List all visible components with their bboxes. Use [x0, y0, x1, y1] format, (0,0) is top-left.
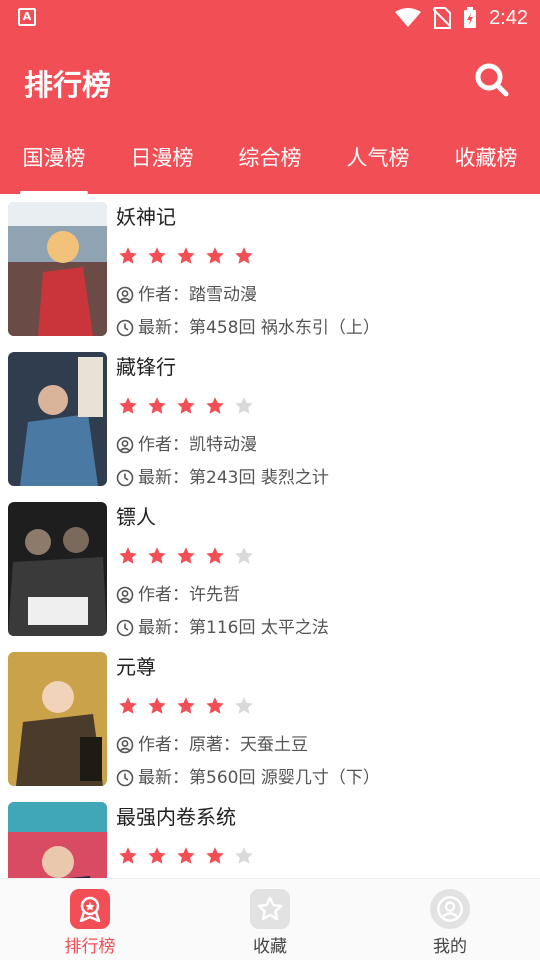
- star-filled-icon: [119, 397, 137, 414]
- latest-row: 最新：第243回 裴烈之计: [116, 461, 530, 494]
- star-filled-icon: [177, 397, 195, 414]
- nav-favorites-label: 收藏: [253, 937, 287, 957]
- star-filled-icon: [177, 547, 195, 564]
- nav-ranking[interactable]: 排行榜: [0, 879, 180, 960]
- system-icons: 2:42: [395, 6, 528, 30]
- comic-title[interactable]: 妖神记: [116, 202, 530, 234]
- tab-bar: 国漫榜 日漫榜 综合榜 人气榜 收藏榜: [0, 138, 540, 194]
- author-text: 作者：原著：天蚕土豆: [138, 734, 308, 755]
- clock: 2:42: [489, 6, 528, 29]
- ranking-list[interactable]: 妖神记 作者：踏雪动漫 最新：第458回 祸水东引（上） 藏锋行 作者：凯特动漫: [0, 194, 540, 878]
- user-icon: [116, 436, 134, 453]
- wifi-icon: [395, 8, 422, 27]
- rating-stars: [116, 234, 530, 278]
- user-icon: [116, 586, 134, 603]
- star-filled-icon: [119, 847, 137, 864]
- latest-chapter-text: 最新：第116回 太平之法: [138, 617, 329, 638]
- comic-cover[interactable]: [8, 202, 107, 336]
- latest-row: 最新：第560回 源婴几寸（下）: [116, 761, 530, 794]
- star-filled-icon: [206, 847, 224, 864]
- list-item[interactable]: 最强内卷系统: [0, 794, 540, 878]
- star-filled-icon: [177, 697, 195, 714]
- ranking-icon: [70, 889, 110, 929]
- comic-cover[interactable]: [8, 802, 107, 878]
- star-filled-icon: [148, 697, 166, 714]
- latest-row: 最新：第458回 祸水东引（上）: [116, 311, 530, 344]
- list-item[interactable]: 妖神记 作者：踏雪动漫 最新：第458回 祸水东引（上）: [0, 194, 540, 344]
- star-filled-icon: [148, 397, 166, 414]
- latest-chapter-text: 最新：第243回 裴烈之计: [138, 467, 329, 488]
- clock-icon: [116, 769, 134, 786]
- tab-zonghe[interactable]: 综合榜: [216, 138, 324, 194]
- nav-favorites[interactable]: 收藏: [180, 879, 360, 960]
- latest-chapter-text: 最新：第458回 祸水东引（上）: [138, 317, 380, 338]
- star-filled-icon: [206, 247, 224, 264]
- search-icon: [475, 63, 509, 97]
- page-title: 排行榜: [24, 68, 112, 102]
- comic-title[interactable]: 最强内卷系统: [116, 802, 530, 834]
- author-row: 作者：许先哲: [116, 578, 530, 611]
- star-filled-icon: [148, 847, 166, 864]
- search-button[interactable]: [474, 62, 510, 98]
- list-item[interactable]: 藏锋行 作者：凯特动漫 最新：第243回 裴烈之计: [0, 344, 540, 494]
- author-row: 作者：凯特动漫: [116, 428, 530, 461]
- star-filled-icon: [235, 247, 253, 264]
- clock-icon: [116, 469, 134, 486]
- star-filled-icon: [177, 847, 195, 864]
- star-empty-icon: [235, 847, 253, 864]
- star-filled-icon: [148, 547, 166, 564]
- rating-stars: [116, 384, 530, 428]
- rating-stars: [116, 834, 530, 878]
- comic-cover[interactable]: [8, 652, 107, 786]
- rating-stars: [116, 534, 530, 578]
- nav-ranking-label: 排行榜: [64, 937, 116, 957]
- tab-renqi[interactable]: 人气榜: [324, 138, 432, 194]
- list-item[interactable]: 元尊 作者：原著：天蚕土豆 最新：第560回 源婴几寸（下）: [0, 644, 540, 794]
- star-empty-icon: [235, 697, 253, 714]
- star-filled-icon: [206, 397, 224, 414]
- author-row: 作者：原著：天蚕土豆: [116, 728, 530, 761]
- star-filled-icon: [119, 697, 137, 714]
- latest-row: 最新：第116回 太平之法: [116, 611, 530, 644]
- star-filled-icon: [119, 247, 137, 264]
- star-filled-icon: [148, 247, 166, 264]
- bottom-nav: 排行榜 收藏 我的: [0, 878, 540, 960]
- comic-cover[interactable]: [8, 352, 107, 486]
- star-filled-icon: [177, 247, 195, 264]
- author-row: 作者：踏雪动漫: [116, 278, 530, 311]
- star-filled-icon: [206, 697, 224, 714]
- no-sim-icon: [433, 7, 452, 29]
- nav-mine-label: 我的: [433, 937, 467, 957]
- status-bar: A 2:42: [0, 0, 540, 36]
- tab-shoucang[interactable]: 收藏榜: [432, 138, 540, 194]
- star-filled-icon: [119, 547, 137, 564]
- star-filled-icon: [206, 547, 224, 564]
- nav-mine[interactable]: 我的: [360, 879, 540, 960]
- author-text: 作者：踏雪动漫: [138, 284, 257, 305]
- profile-icon: [430, 889, 470, 929]
- star-empty-icon: [235, 547, 253, 564]
- user-icon: [116, 286, 134, 303]
- latest-chapter-text: 最新：第560回 源婴几寸（下）: [138, 767, 380, 788]
- star-empty-icon: [235, 397, 253, 414]
- clock-icon: [116, 319, 134, 336]
- clock-icon: [116, 619, 134, 636]
- tab-guoman[interactable]: 国漫榜: [0, 138, 108, 194]
- rating-stars: [116, 684, 530, 728]
- comic-title[interactable]: 元尊: [116, 652, 530, 684]
- app-notification-icon: A: [18, 8, 36, 26]
- comic-title[interactable]: 镖人: [116, 502, 530, 534]
- tab-riman[interactable]: 日漫榜: [108, 138, 216, 194]
- author-text: 作者：凯特动漫: [138, 434, 257, 455]
- list-item[interactable]: 镖人 作者：许先哲 最新：第116回 太平之法: [0, 494, 540, 644]
- user-icon: [116, 736, 134, 753]
- author-text: 作者：许先哲: [138, 584, 240, 605]
- favorites-star-icon: [250, 889, 290, 929]
- comic-title[interactable]: 藏锋行: [116, 352, 530, 384]
- app-bar: 排行榜 国漫榜 日漫榜 综合榜 人气榜 收藏榜: [0, 36, 540, 194]
- battery-charging-icon: [464, 7, 477, 28]
- comic-cover[interactable]: [8, 502, 107, 636]
